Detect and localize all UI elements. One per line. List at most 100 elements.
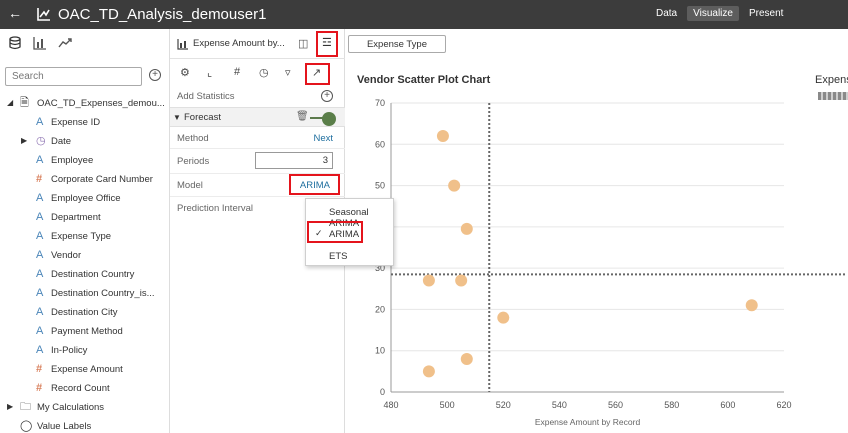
dataset-label: OAC_TD_Expenses_demou...	[37, 98, 165, 109]
analytics-icon[interactable]	[58, 36, 72, 50]
measure-icon: #	[36, 363, 43, 375]
field-label: In-Policy	[51, 345, 88, 356]
periods-input[interactable]: 3	[255, 152, 333, 169]
field-label: Department	[51, 212, 101, 223]
trash-icon[interactable]: 🗑	[296, 111, 309, 122]
divider	[170, 148, 345, 149]
add-data-icon[interactable]: +	[149, 69, 161, 81]
mode-present-tab[interactable]: Present	[743, 6, 789, 21]
clock-icon: ◷	[36, 135, 46, 147]
model-option-ets[interactable]: ETS	[306, 246, 395, 266]
add-statistics-label: Add Statistics	[177, 91, 235, 102]
field-label: Vendor	[51, 250, 82, 261]
data-point	[422, 274, 435, 287]
field-label: Expense Amount	[51, 364, 123, 375]
periods-label: Periods	[177, 156, 210, 167]
data-point	[455, 274, 468, 287]
x-tick-label: 600	[720, 400, 735, 410]
model-label: Model	[177, 180, 203, 191]
field-item[interactable]: # Expense Amount	[0, 361, 170, 380]
y-tick-label: 20	[375, 304, 385, 314]
my-calculations-label: My Calculations	[37, 402, 105, 413]
attribute-icon: A	[36, 249, 44, 261]
field-item[interactable]: ▶ ◷ Date	[0, 133, 170, 152]
properties-sliders-icon[interactable]: ☲	[322, 36, 332, 49]
method-value[interactable]: Next	[313, 133, 333, 144]
field-item[interactable]: A Department	[0, 209, 170, 228]
mode-visualize-tab[interactable]: Visualize	[687, 6, 739, 21]
data-point	[460, 222, 473, 235]
field-item[interactable]: A Destination Country	[0, 266, 170, 285]
expense-type-filter-pill[interactable]: Expense Type	[348, 35, 446, 53]
data-point	[745, 299, 758, 312]
filter-icon[interactable]: ▿	[285, 66, 291, 79]
measure-icon: #	[36, 173, 43, 185]
database-icon[interactable]	[8, 36, 22, 50]
field-item[interactable]: A Expense ID	[0, 114, 170, 133]
field-label: Expense ID	[51, 117, 101, 128]
legend-title: Expens	[815, 74, 848, 86]
forecast-section-header[interactable]: ▼ Forecast 🗑	[170, 107, 345, 127]
x-tick-label: 540	[552, 400, 567, 410]
field-label: Destination City	[51, 307, 118, 318]
field-label: Employee	[51, 155, 94, 166]
y-tick-label: 60	[375, 139, 385, 149]
option-label: ETS	[329, 251, 348, 262]
value-labels-node[interactable]: ◯ Value Labels	[0, 418, 170, 433]
filter-bar: Expense Type	[345, 29, 848, 59]
x-axis-label: Expense Amount by Record	[535, 417, 641, 427]
back-arrow-icon[interactable]: ←	[8, 5, 22, 21]
field-item[interactable]: A Employee	[0, 152, 170, 171]
divider	[170, 196, 345, 197]
value-labels-label: Value Labels	[37, 421, 92, 432]
field-item[interactable]: A Employee Office	[0, 190, 170, 209]
forecast-label: Forecast	[184, 112, 221, 123]
dataset-node[interactable]: ◢ 🗎 OAC_TD_Expenses_demou...	[0, 95, 170, 114]
caret-down-icon[interactable]: ▼	[173, 113, 181, 122]
data-point	[422, 365, 435, 378]
highlight-box: ☲	[316, 31, 338, 57]
attribute-icon: A	[36, 116, 44, 128]
caret-down-icon[interactable]: ◢	[7, 98, 13, 107]
y-tick-label: 10	[375, 346, 385, 356]
caret-right-icon[interactable]: ▶	[7, 402, 13, 411]
settings-gear-icon[interactable]: ⚙	[180, 66, 190, 79]
add-statistics-button[interactable]: +	[321, 90, 333, 102]
field-item[interactable]: A Expense Type	[0, 228, 170, 247]
attribute-icon: A	[36, 344, 44, 356]
field-item[interactable]: A Vendor	[0, 247, 170, 266]
mode-data-tab[interactable]: Data	[650, 6, 683, 21]
layout-icon[interactable]: ◫	[298, 37, 308, 50]
attribute-icon: A	[36, 192, 44, 204]
x-tick-label: 520	[496, 400, 511, 410]
field-item[interactable]: # Corporate Card Number	[0, 171, 170, 190]
clock-icon[interactable]: ◷	[259, 66, 269, 79]
attribute-icon: A	[36, 154, 44, 166]
scatter-chart[interactable]: 010203040506070480500520540560580600620E…	[345, 95, 845, 433]
field-label: Date	[51, 136, 72, 147]
search-input[interactable]: Search	[5, 67, 142, 86]
field-item[interactable]: A Destination Country_is...	[0, 285, 170, 304]
attribute-icon: A	[36, 306, 44, 318]
attribute-icon: A	[36, 230, 44, 242]
data-panel: Search + ◢ 🗎 OAC_TD_Expenses_demou... A …	[0, 29, 170, 433]
field-item[interactable]: A In-Policy	[0, 342, 170, 361]
axis-icon[interactable]: ⌞	[207, 66, 212, 79]
data-point	[448, 179, 461, 192]
highlight-box	[305, 63, 330, 85]
caret-right-icon[interactable]: ▶	[21, 136, 27, 145]
measure-icon: #	[36, 382, 43, 394]
field-item[interactable]: # Record Count	[0, 380, 170, 399]
data-point	[436, 130, 449, 143]
field-item[interactable]: A Payment Method	[0, 323, 170, 342]
x-tick-label: 620	[776, 400, 791, 410]
field-item[interactable]: A Destination City	[0, 304, 170, 323]
number-format-icon[interactable]: #	[234, 66, 240, 78]
forecast-toggle[interactable]	[310, 112, 336, 126]
highlight-box	[307, 221, 363, 243]
project-icon	[37, 8, 50, 21]
my-calculations-node[interactable]: ▶ 🗀 My Calculations	[0, 399, 170, 418]
model-option-seasonal-arima[interactable]: Seasonal ARIMA	[306, 202, 395, 229]
visualizations-icon[interactable]	[33, 36, 47, 50]
chart-title: Vendor Scatter Plot Chart	[357, 74, 491, 86]
